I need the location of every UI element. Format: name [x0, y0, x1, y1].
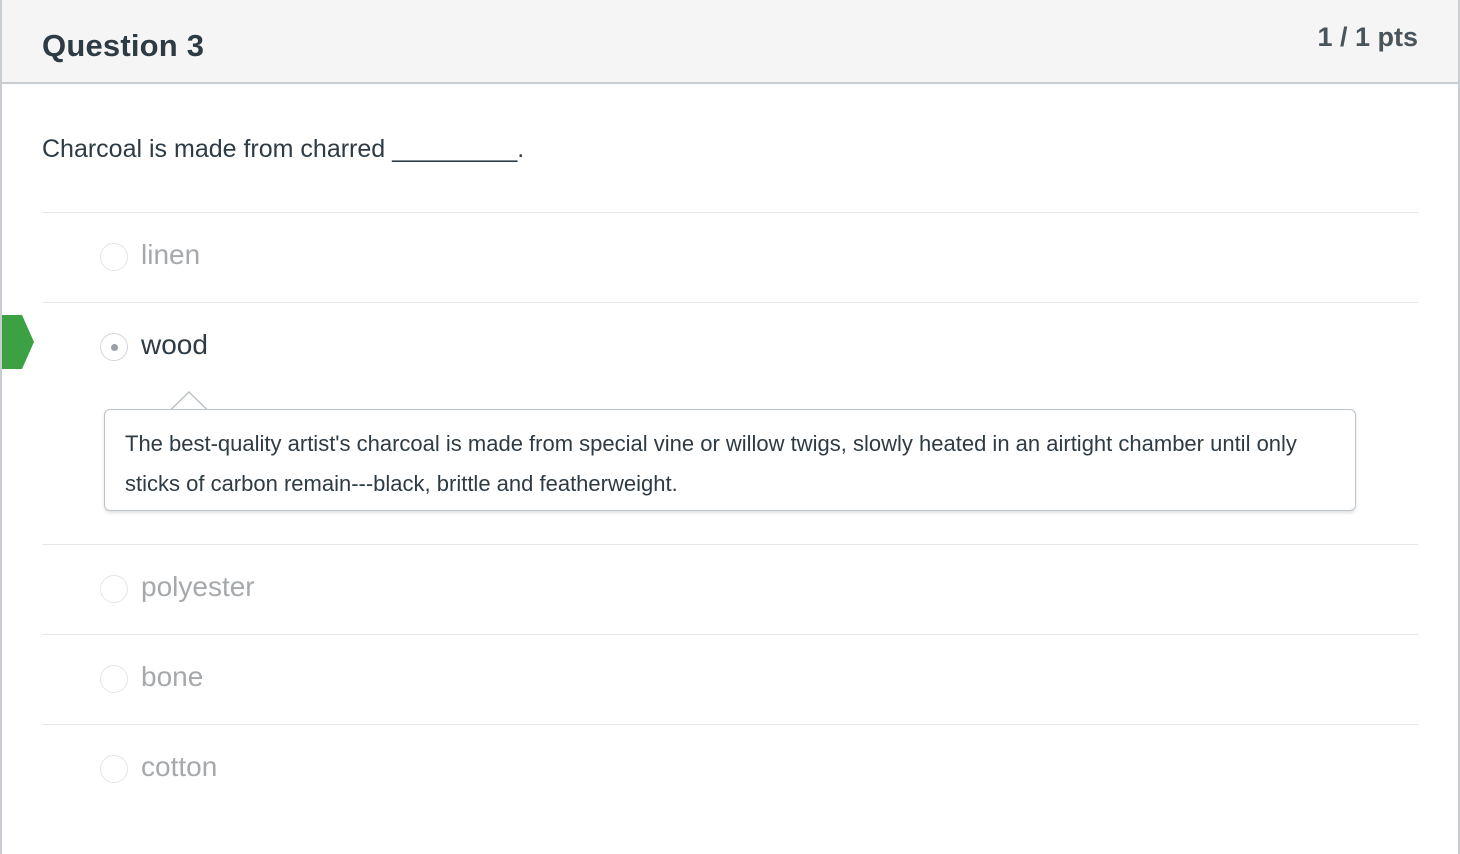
question-text: Charcoal is made from charred _________.: [42, 135, 525, 163]
answer-label: linen: [141, 239, 201, 270]
answer-label: bone: [141, 661, 204, 692]
answer-option-linen[interactable]: linen: [42, 212, 1418, 302]
answer-label: polyester: [141, 571, 255, 602]
quiz-question: Question 3 1 / 1 pts Charcoal is made fr…: [0, 0, 1460, 854]
radio-icon[interactable]: [100, 575, 128, 603]
radio-icon[interactable]: [100, 243, 128, 271]
answer-option-cotton[interactable]: cotton: [42, 724, 1418, 814]
question-points: 1 / 1 pts: [1317, 22, 1418, 52]
answer-option-wood[interactable]: wood The best-quality artist's charcoal …: [2, 302, 1418, 544]
radio-icon[interactable]: [100, 333, 128, 361]
answer-option-polyester[interactable]: polyester: [42, 544, 1418, 634]
comment-pointer-icon: [170, 391, 208, 411]
radio-icon[interactable]: [100, 665, 128, 693]
answer-list: linen wood The best-quality artist's cha…: [2, 212, 1418, 814]
radio-icon[interactable]: [100, 755, 128, 783]
answer-label: cotton: [141, 751, 218, 782]
radio-selected-dot: [110, 343, 118, 351]
answer-comment: The best-quality artist's charcoal is ma…: [104, 409, 1356, 511]
correct-answer-flag-icon: [2, 315, 34, 369]
question-title: Question 3: [42, 28, 205, 63]
question-header: Question 3 1 / 1 pts: [2, 0, 1458, 84]
answer-label: wood: [141, 329, 208, 360]
answer-option-bone[interactable]: bone: [42, 634, 1418, 724]
